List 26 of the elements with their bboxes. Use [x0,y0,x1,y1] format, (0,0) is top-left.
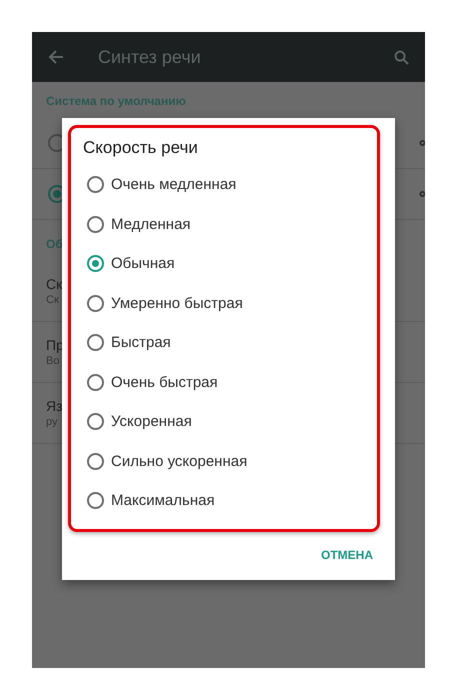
radio-button[interactable] [87,294,104,312]
radio-option[interactable]: Умеренно быстрая [71,284,377,323]
section-header: Система по умолчанию [45,94,187,110]
search-icon[interactable] [394,50,409,64]
radio-button[interactable] [87,334,104,352]
radio-option[interactable]: Очень медленная [71,165,377,204]
radio-button[interactable] [87,413,104,430]
radio-option[interactable]: Максимальная [71,481,377,520]
radio-option[interactable]: Сильно ускоренная [71,442,377,481]
section-header: Об [46,237,63,251]
dialog-title: Скорость речи [82,137,199,159]
radio-option[interactable]: Обычная [71,244,377,284]
radio-button[interactable] [87,176,104,194]
radio-button[interactable] [87,374,104,391]
radio-option[interactable]: Очень быстрая [71,362,377,402]
radio-button[interactable] [87,255,104,272]
settings-icon[interactable] [418,137,425,149]
back-arrow-icon[interactable] [48,49,64,65]
radio-option[interactable]: Ускоренная [71,402,377,442]
settings-icon[interactable] [418,188,425,200]
toolbar-title: Синтез речи [98,46,202,68]
radio-option[interactable]: Медленная [71,204,377,244]
radio-button[interactable] [87,452,104,470]
radio-button[interactable] [87,216,104,233]
radio-option[interactable]: Быстрая [71,323,377,362]
radio-button[interactable] [87,492,104,510]
